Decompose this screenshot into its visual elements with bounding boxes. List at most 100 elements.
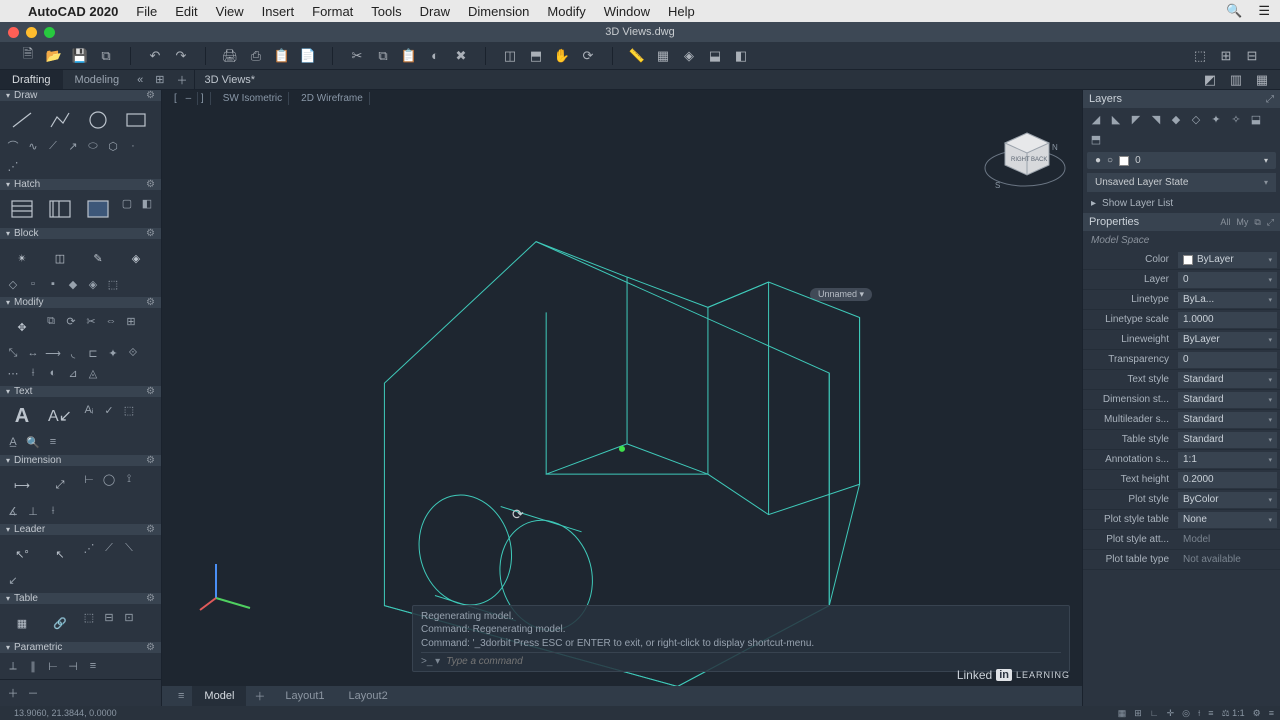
gear-icon[interactable]: ⚙	[1253, 708, 1261, 719]
grid-icon[interactable]: ⊞	[149, 70, 170, 89]
gear-icon[interactable]: ⚙	[146, 297, 155, 308]
xref-icon[interactable]: ⬒	[528, 48, 544, 64]
m6[interactable]: ◬	[84, 364, 102, 382]
ray-tool[interactable]: ↗	[64, 137, 82, 155]
bk4[interactable]: ◆	[64, 275, 82, 293]
property-value[interactable]: ByLa...	[1178, 292, 1277, 308]
snap-toggle-icon[interactable]: ⊞	[1134, 708, 1142, 719]
region-icon[interactable]: ◈	[681, 48, 697, 64]
layer-state-dropdown[interactable]: Unsaved Layer State	[1087, 173, 1276, 192]
section-leader[interactable]: Leader⚙	[0, 524, 161, 535]
file-tab[interactable]: 3D Views*	[194, 70, 266, 89]
xline-tool[interactable]: ⟋	[44, 137, 62, 155]
section-parametric[interactable]: Parametric⚙	[0, 642, 161, 653]
props-tab-all[interactable]: All	[1220, 217, 1230, 228]
layer-color-swatch[interactable]	[1119, 156, 1129, 166]
list-icon[interactable]: ☰	[1258, 3, 1270, 19]
p3[interactable]: ⊢	[44, 657, 62, 675]
coordinates-readout[interactable]: 13.9060, 21.3844, 0.0000	[14, 708, 117, 718]
t3[interactable]: ⬚	[120, 401, 138, 419]
bk3[interactable]: ▪	[44, 275, 62, 293]
property-value[interactable]: 0.2000	[1178, 472, 1277, 488]
m1[interactable]: ⟐	[124, 344, 142, 362]
gear-icon[interactable]: ⚙	[146, 593, 155, 604]
gear-icon[interactable]: ⚙	[146, 179, 155, 190]
open-icon[interactable]: 📂	[46, 48, 62, 64]
bk1[interactable]: ◇	[4, 275, 22, 293]
layout-list-icon[interactable]: ≡	[170, 686, 192, 706]
gear-icon[interactable]: ⚙	[146, 524, 155, 535]
rectangle-tool[interactable]	[118, 105, 154, 135]
command-prompt-icon[interactable]: >_ ▾	[421, 656, 440, 667]
gear-icon[interactable]: ⚙	[146, 228, 155, 239]
section-modify[interactable]: Modify⚙	[0, 297, 161, 308]
layer-icon[interactable]: ◥	[1149, 112, 1163, 126]
section-block[interactable]: Block⚙	[0, 228, 161, 239]
property-value[interactable]: Standard	[1178, 372, 1277, 388]
m3[interactable]: ⟊	[24, 364, 42, 382]
point-tool[interactable]: ·	[124, 137, 142, 155]
section-text[interactable]: Text⚙	[0, 386, 161, 397]
section-dimension[interactable]: Dimension⚙	[0, 455, 161, 466]
search-icon[interactable]: 🔍	[1226, 3, 1242, 19]
t6[interactable]: ≡	[44, 433, 62, 451]
d6[interactable]: ⟊	[44, 502, 62, 520]
d2[interactable]: ◯	[100, 470, 118, 488]
publish-icon[interactable]: 📋	[274, 48, 290, 64]
plot-icon[interactable]: 🖨	[222, 48, 238, 64]
layer-palette-icon[interactable]: ◩	[1202, 72, 1218, 88]
create-block-tool[interactable]: ◫	[42, 243, 78, 273]
p1[interactable]: ⟂	[4, 657, 22, 675]
pan-icon[interactable]: ✋	[554, 48, 570, 64]
remove-icon[interactable]: －	[24, 684, 42, 702]
section-draw[interactable]: Draw⚙	[0, 90, 161, 101]
command-input[interactable]	[446, 656, 1061, 667]
add-icon[interactable]: ＋	[4, 684, 22, 702]
menu-tools[interactable]: Tools	[371, 4, 401, 19]
trim-tool[interactable]: ✂	[82, 312, 100, 330]
scale-tool[interactable]: ⤡	[4, 344, 22, 362]
tb2[interactable]: ⊟	[100, 608, 118, 626]
sheet-icon[interactable]: 📄	[300, 48, 316, 64]
anno-scale[interactable]: ⚖ 1:1	[1222, 708, 1245, 719]
l4[interactable]: ↙	[4, 571, 22, 589]
workspace-collapse[interactable]: «	[131, 70, 149, 89]
property-value[interactable]: ByLayer	[1178, 332, 1277, 348]
menu-insert[interactable]: Insert	[262, 4, 295, 19]
region-tool[interactable]: ▢	[118, 194, 136, 212]
cut-icon[interactable]: ✂	[349, 48, 365, 64]
layer-icon[interactable]: ◤	[1129, 112, 1143, 126]
workspace-tab-drafting[interactable]: Drafting	[0, 70, 63, 89]
property-value[interactable]: None	[1178, 512, 1277, 528]
gear-icon[interactable]: ⚙	[146, 642, 155, 653]
table-palette-icon[interactable]: ▦	[1254, 72, 1270, 88]
ucs-icon[interactable]	[198, 556, 258, 616]
undo-icon[interactable]: ↶	[147, 48, 163, 64]
osnap-toggle-icon[interactable]: ◎	[1182, 708, 1190, 719]
property-value[interactable]: Standard	[1178, 412, 1277, 428]
app-name[interactable]: AutoCAD 2020	[28, 4, 118, 19]
block-icon[interactable]: ◫	[502, 48, 518, 64]
d1[interactable]: ⊢	[80, 470, 98, 488]
d4[interactable]: ∡	[4, 502, 22, 520]
l2[interactable]: ⟋	[100, 539, 118, 557]
menu-format[interactable]: Format	[312, 4, 353, 19]
tb3[interactable]: ⊡	[120, 608, 138, 626]
dist-icon[interactable]: 📏	[629, 48, 645, 64]
gradient-tool[interactable]	[42, 194, 78, 224]
props-collapse-icon[interactable]: ⧉	[1254, 217, 1260, 228]
tab-model[interactable]: Model	[192, 686, 246, 706]
expand-icon[interactable]: ≡	[1269, 708, 1274, 719]
section-table[interactable]: Table⚙	[0, 593, 161, 604]
property-value[interactable]: ByLayer	[1178, 252, 1277, 268]
layer-icon[interactable]: ◇	[1189, 112, 1203, 126]
mtext-tool[interactable]: A	[4, 401, 40, 431]
layer-icon[interactable]: ◆	[1169, 112, 1183, 126]
zoom-window-button[interactable]	[44, 27, 55, 38]
point-icon[interactable]: ◧	[733, 48, 749, 64]
layers-panel-header[interactable]: Layers ⤢	[1083, 90, 1280, 108]
redo-icon[interactable]: ↷	[173, 48, 189, 64]
plot-preview-icon[interactable]: ⎙	[248, 48, 264, 64]
props-pop-icon[interactable]: ⤢	[1267, 217, 1274, 228]
property-value[interactable]: 1.0000	[1178, 312, 1277, 328]
